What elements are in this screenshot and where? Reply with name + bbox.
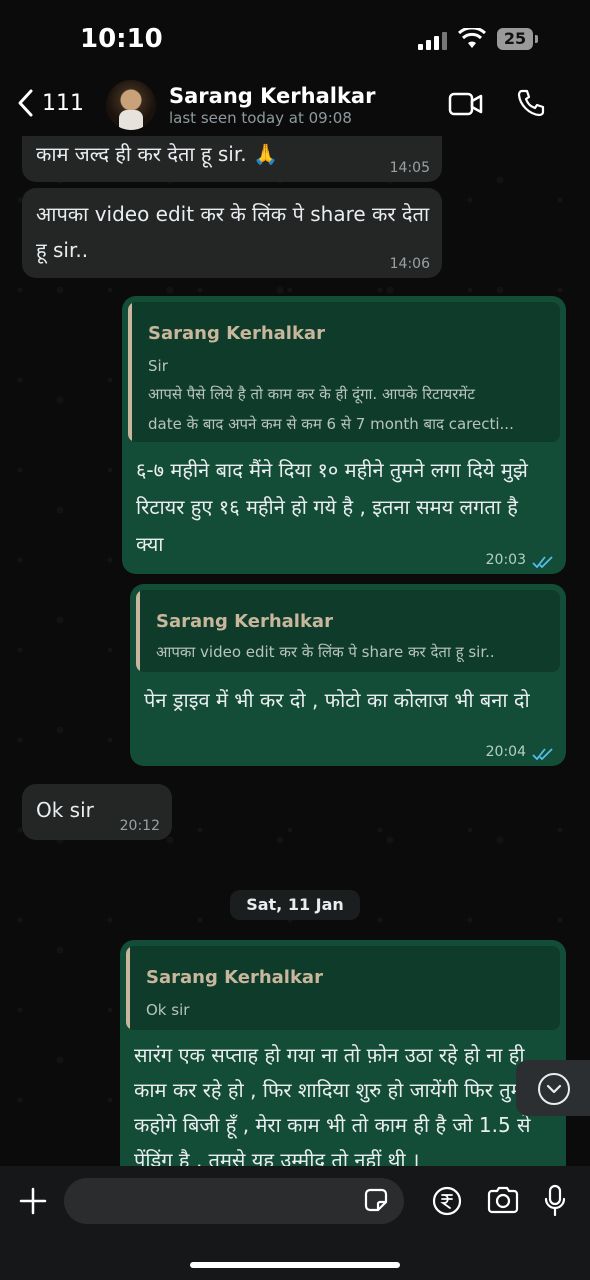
scroll-to-bottom-button[interactable] <box>516 1060 590 1116</box>
quoted-message[interactable]: Sarang Kerhalkar Sir आपसे पैसे लिये है त… <box>128 302 560 442</box>
video-call-icon[interactable] <box>448 92 484 116</box>
plus-icon[interactable] <box>18 1186 48 1216</box>
message-input[interactable] <box>64 1178 404 1224</box>
quote-line: date के बाद अपने कम से कम 6 से 7 month ब… <box>148 415 514 433</box>
message-incoming[interactable]: Ok sir 20:12 <box>22 784 172 840</box>
quoted-message[interactable]: Sarang Kerhalkar Ok sir <box>126 946 560 1030</box>
quoted-message[interactable]: Sarang Kerhalkar आपका video edit कर के ल… <box>136 590 560 672</box>
quote-line: Ok sir <box>146 1001 190 1019</box>
unread-count: 111 <box>42 90 84 116</box>
back-button[interactable]: 111 <box>16 88 84 118</box>
message-outgoing[interactable]: Sarang Kerhalkar Sir आपसे पैसे लिये है त… <box>122 296 566 574</box>
message-outgoing[interactable]: Sarang Kerhalkar आपका video edit कर के ल… <box>130 584 566 766</box>
status-time: 10:10 <box>80 24 163 54</box>
contact-name[interactable]: Sarang Kerhalkar <box>169 84 375 108</box>
message-text: आपका video edit कर के लिंक पे share कर द… <box>36 202 430 262</box>
chevron-down-icon <box>538 1073 570 1105</box>
wifi-icon <box>458 28 486 48</box>
quote-author: Sarang Kerhalkar <box>156 611 333 632</box>
quote-author: Sarang Kerhalkar <box>146 967 323 988</box>
message-time: 14:06 <box>389 256 430 272</box>
read-ticks-icon <box>532 748 553 761</box>
quote-author: Sarang Kerhalkar <box>148 323 325 344</box>
message-text: Ok sir <box>36 798 94 822</box>
message-time: 20:04 <box>485 744 526 760</box>
battery-icon: 25 <box>497 28 533 50</box>
rupee-icon[interactable] <box>432 1186 462 1216</box>
message-text: ६-७ महीने बाद मैंने दिया १० महीने तुमने … <box>136 458 528 556</box>
back-chevron-icon <box>18 89 33 117</box>
quote-line: आपका video edit कर के लिंक पे share कर द… <box>156 643 495 661</box>
sticker-icon[interactable] <box>362 1186 390 1214</box>
message-time: 20:12 <box>119 818 160 834</box>
date-separator: Sat, 11 Jan <box>230 890 360 920</box>
quote-line: Sir <box>148 357 168 375</box>
quote-line: आपसे पैसे लिये है तो काम कर के ही दूंगा.… <box>148 385 475 403</box>
battery-tip <box>535 35 538 43</box>
avatar[interactable] <box>106 80 156 130</box>
chat-header: 111 Sarang Kerhalkar last seen today at … <box>0 78 590 136</box>
message-text: सारंग एक सप्ताह हो गया ना तो फ़ोन उठा रह… <box>134 1043 531 1172</box>
message-text: पेन ड्राइव में भी कर दो , फोटो का कोलाज … <box>144 688 530 712</box>
last-seen-status: last seen today at 09:08 <box>169 109 352 127</box>
message-time: 14:05 <box>389 160 430 176</box>
message-outgoing[interactable]: Sarang Kerhalkar Ok sir सारंग एक सप्ताह … <box>120 940 566 1180</box>
status-bar: 10:10 25 <box>0 0 590 80</box>
battery-level: 25 <box>503 29 527 48</box>
message-incoming[interactable]: आपका video edit कर के लिंक पे share कर द… <box>22 188 442 278</box>
message-composer <box>0 1166 590 1280</box>
message-text: काम जल्द ही कर देता हू sir. 🙏 <box>36 142 278 166</box>
phone-call-icon[interactable] <box>516 88 546 118</box>
mic-icon[interactable] <box>543 1184 567 1218</box>
camera-icon[interactable] <box>486 1186 520 1214</box>
home-indicator <box>190 1262 400 1268</box>
cellular-signal-icon <box>418 32 450 50</box>
read-ticks-icon <box>532 556 553 569</box>
message-time: 20:03 <box>485 552 526 568</box>
